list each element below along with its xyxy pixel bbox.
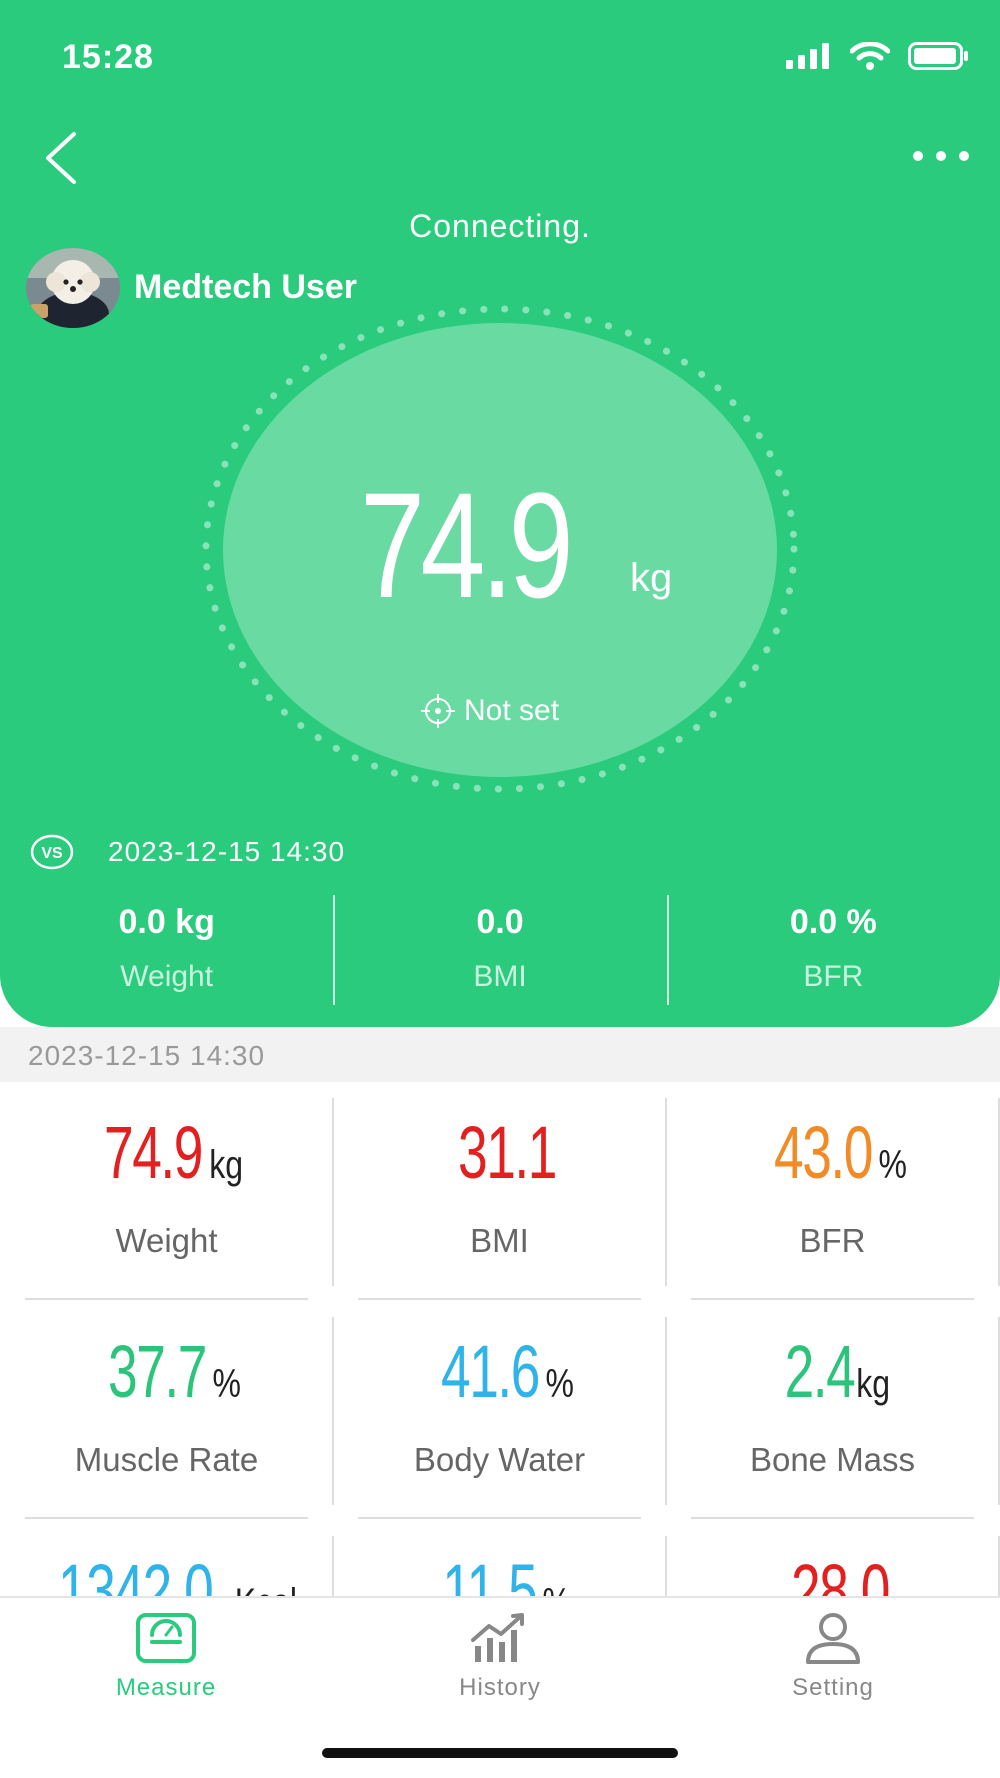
grid-divider — [691, 1517, 974, 1519]
chart-icon — [471, 1613, 524, 1662]
metric-value: 11.5 — [442, 1549, 538, 1596]
metric-protein[interactable]: 11.5% — [333, 1520, 666, 1596]
compare-weight-label: Weight — [120, 960, 214, 993]
metric-value: 28.0 — [791, 1549, 891, 1596]
battery-icon — [908, 42, 968, 70]
metric-label: BMI — [470, 1222, 529, 1259]
svg-text:VS: VS — [41, 845, 63, 862]
tab-measure[interactable]: Measure — [66, 1612, 266, 1702]
metric-bmi[interactable]: 31.1 BMI — [333, 1082, 666, 1301]
compare-weight: 0.0 kg Weight — [0, 895, 333, 1005]
compare-bmi-value: 0.0 — [476, 903, 524, 941]
connection-status: Connecting. — [409, 208, 591, 244]
metric-body-age[interactable]: 28.0 — [666, 1520, 999, 1596]
goal-label: Not set — [464, 694, 560, 727]
goal-weight-button[interactable]: Not set — [420, 693, 559, 729]
metric-bfr[interactable]: 43.0% BFR — [666, 1082, 999, 1301]
compare-stats: 0.0 kg Weight 0.0 BMI 0.0 % BFR — [0, 895, 1000, 1005]
grid-divider — [332, 1536, 334, 1596]
grid-divider — [332, 1317, 334, 1505]
metric-label: Muscle Rate — [74, 1441, 259, 1478]
metric-unit: Kcal — [235, 1581, 297, 1596]
weight-value: 74.9 — [360, 461, 574, 629]
metric-value: 31.1 — [458, 1111, 558, 1194]
more-options-icon[interactable] — [906, 138, 976, 174]
grid-divider — [691, 1298, 974, 1300]
metric-value: 2.4 — [784, 1330, 856, 1413]
metric-unit: kg — [209, 1143, 244, 1187]
metrics-grid: 74.9 kg Weight 31.1 BMI 43.0% BFR 37.7% M… — [0, 1082, 1000, 1596]
tab-setting-label: Setting — [792, 1674, 874, 1701]
tab-setting[interactable]: Setting — [733, 1612, 933, 1702]
measure-header: 15:28 Connecting. Medtech User 74.9 kg N… — [0, 0, 1000, 1027]
back-arrow-icon[interactable] — [34, 128, 94, 188]
metric-weight[interactable]: 74.9 kg Weight — [0, 1082, 333, 1301]
metric-unit: % — [212, 1362, 241, 1406]
wifi-icon — [850, 42, 890, 70]
grid-divider — [25, 1298, 308, 1300]
status-icons — [786, 42, 970, 70]
metric-unit: % — [543, 1581, 571, 1596]
metric-value: 37.7 — [107, 1330, 207, 1413]
grid-divider — [25, 1517, 308, 1519]
metric-body-water[interactable]: 41.6% Body Water — [333, 1301, 666, 1520]
grid-divider — [358, 1517, 641, 1519]
metric-bone-mass[interactable]: 2.4kg Bone Mass — [666, 1301, 999, 1520]
target-icon — [421, 694, 455, 728]
tab-measure-label: Measure — [115, 1674, 217, 1701]
status-time: 15:28 — [62, 38, 154, 76]
metric-value: 74.9 — [104, 1111, 203, 1194]
signal-icon — [786, 43, 829, 69]
scale-icon — [136, 1613, 196, 1663]
compare-bfr-label: BFR — [803, 960, 864, 993]
compare-bmi-label: BMI — [473, 960, 527, 993]
compare-bfr: 0.0 % BFR — [666, 895, 1000, 1005]
compare-date: 2023-12-15 14:30 — [108, 836, 346, 867]
grid-divider — [665, 1098, 667, 1286]
metric-label: Body Water — [413, 1441, 586, 1478]
avatar[interactable] — [26, 248, 120, 328]
metric-label: Weight — [115, 1222, 218, 1259]
vs-icon: VS — [30, 834, 74, 870]
compare-weight-value: 0.0 kg — [118, 903, 215, 941]
metric-value: 1342.0 — [58, 1549, 214, 1596]
metric-value: 41.6 — [440, 1330, 540, 1413]
metric-value: 43.0 — [773, 1111, 873, 1194]
tab-history[interactable]: History — [400, 1612, 600, 1702]
user-name[interactable]: Medtech User — [134, 268, 357, 307]
tab-history-label: History — [459, 1674, 541, 1701]
metric-label: Bone Mass — [749, 1441, 916, 1478]
metric-unit: % — [545, 1362, 574, 1406]
home-indicator[interactable] — [322, 1748, 678, 1758]
grid-divider — [332, 1098, 334, 1286]
grid-divider — [665, 1317, 667, 1505]
metric-bmr[interactable]: 1342.0 Kcal — [0, 1520, 333, 1596]
person-icon — [806, 1613, 860, 1664]
compare-bmi: 0.0 BMI — [333, 895, 666, 1005]
grid-divider — [665, 1536, 667, 1596]
metric-muscle-rate[interactable]: 37.7% Muscle Rate — [0, 1301, 333, 1520]
record-date: 2023-12-15 14:30 — [28, 1040, 266, 1071]
grid-divider — [358, 1298, 641, 1300]
metric-unit: kg — [856, 1362, 890, 1406]
compare-bfr-value: 0.0 % — [789, 903, 877, 941]
weight-unit: kg — [630, 556, 673, 600]
metric-label: BFR — [799, 1222, 866, 1259]
metric-unit: % — [878, 1143, 907, 1187]
